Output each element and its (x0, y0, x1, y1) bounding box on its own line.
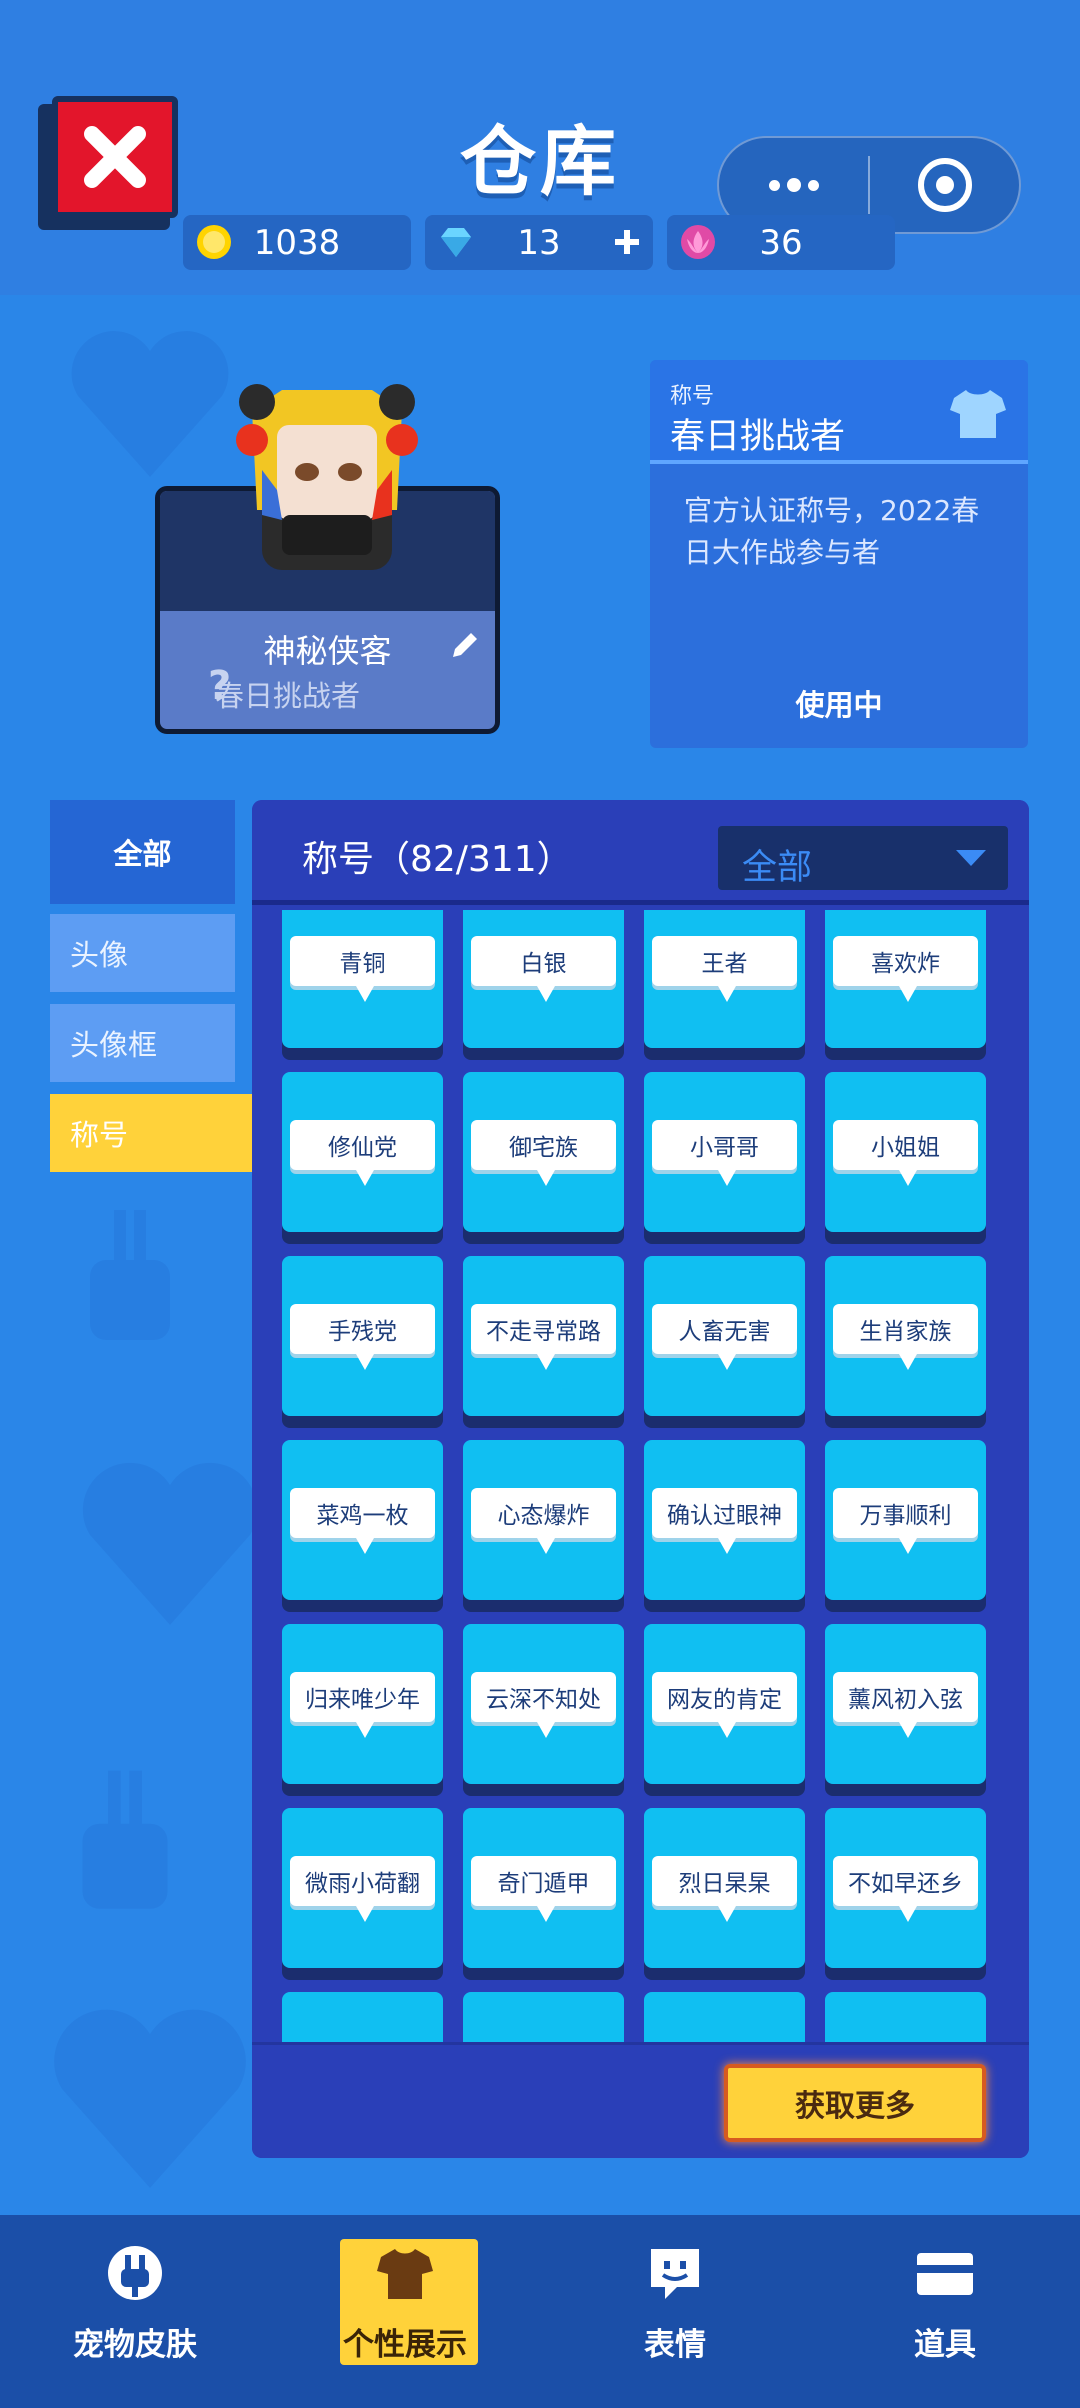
title-tile[interactable]: 薰风初入弦 (825, 1624, 986, 1796)
chevron-down-icon (956, 850, 986, 866)
current-title-name: 春日挑战者 (670, 417, 846, 457)
title-tile[interactable]: 御宅族 (463, 1072, 624, 1244)
title-tile-label: 微雨小荷翻 (290, 1856, 435, 1922)
title-tile[interactable]: 不如早还乡 (825, 1808, 986, 1980)
title-tile[interactable]: 烈日杲杲 (644, 1808, 805, 1980)
add-diamond-icon[interactable] (613, 228, 641, 256)
title-tile[interactable]: 云深不知处 (463, 1624, 624, 1796)
title-tile[interactable] (644, 1992, 805, 2042)
title-tile[interactable] (825, 1992, 986, 2042)
title-tile[interactable] (282, 1992, 443, 2042)
title-collection-panel: 称号（82/311） 全部 青铜 白银 王者 喜欢炸修仙党 御宅族 小哥哥 小姐姐手残党 不走… (252, 800, 1029, 2158)
tab-items[interactable]: 道具 (810, 2215, 1080, 2408)
title-tile-label: 小姐姐 (833, 1120, 978, 1186)
edit-name-icon[interactable] (447, 629, 481, 663)
title-detail-card: 称号 春日挑战者 官方认证称号，2022春日大作战参与者 使用中 (650, 360, 1028, 748)
title-tile-label: 云深不知处 (471, 1672, 616, 1738)
title-tile[interactable]: 网友的肯定 (644, 1624, 805, 1796)
title-tile[interactable]: 修仙党 (282, 1072, 443, 1244)
lotus-counter: 36 (667, 215, 895, 270)
shirt-icon (377, 2249, 433, 2299)
emoji-icon (651, 2249, 699, 2299)
sidebar-item-avatar-frame[interactable]: 头像框 (50, 1004, 235, 1082)
title-tile-label: 心态爆炸 (471, 1488, 616, 1554)
title-tile-label: 万事顺利 (833, 1488, 978, 1554)
gold-coin-counter: 1038 (183, 215, 411, 270)
tab-emoji[interactable]: 表情 (540, 2215, 810, 2408)
title-tile[interactable]: 确认过眼神 (644, 1440, 805, 1612)
title-tile[interactable]: 万事顺利 (825, 1440, 986, 1612)
more-icon (768, 178, 819, 192)
title-tile-label: 青铜 (290, 936, 435, 1002)
title-tile[interactable]: 不走寻常路 (463, 1256, 624, 1428)
target-icon (917, 158, 972, 212)
title-tile[interactable]: 王者 (644, 910, 805, 1060)
sidebar-item-all[interactable]: 全部 (50, 800, 235, 904)
panel-header: 称号（82/311） 全部 (252, 800, 1029, 905)
title-tile-label: 烈日杲杲 (652, 1856, 797, 1922)
title-grid: 青铜 白银 王者 喜欢炸修仙党 御宅族 小哥哥 小姐姐手残党 不走寻常路 人畜无害 生肖家族菜鸡一… (282, 910, 1002, 2042)
in-use-status: 使用中 (795, 688, 883, 722)
title-tile-label: 菜鸡一枚 (290, 1488, 435, 1554)
title-tile-label: 不走寻常路 (471, 1304, 616, 1370)
filter-dropdown[interactable]: 全部 (718, 826, 1008, 890)
title-tile[interactable]: 手残党 (282, 1256, 443, 1428)
sidebar-item-avatar[interactable]: 头像 (50, 914, 235, 992)
sidebar-item-title[interactable]: 称号 (50, 1094, 272, 1172)
tab-personal-display[interactable]: 个性展示 (270, 2215, 540, 2408)
pet-skin-icon (108, 2246, 162, 2300)
title-tile-label: 归来唯少年 (290, 1672, 435, 1738)
title-tile-label: 确认过眼神 (652, 1488, 797, 1554)
title-tile[interactable]: 归来唯少年 (282, 1624, 443, 1796)
title-tile[interactable]: 白银 (463, 910, 624, 1060)
get-more-button[interactable]: 获取更多 (724, 2064, 986, 2142)
title-tile[interactable]: 小姐姐 (825, 1072, 986, 1244)
title-tile-label: 人畜无害 (652, 1304, 797, 1370)
tab-pet-skin[interactable]: 宠物皮肤 (0, 2215, 270, 2408)
title-tile-label: 御宅族 (471, 1120, 616, 1186)
title-tile-label: 白银 (471, 936, 616, 1002)
title-tile[interactable]: 青铜 (282, 910, 443, 1060)
title-tile[interactable]: 生肖家族 (825, 1256, 986, 1428)
title-tile[interactable] (463, 1992, 624, 2042)
bottom-nav: 宠物皮肤 个性展示 表情 道具 (0, 2215, 1080, 2408)
card-icon (917, 2253, 973, 2295)
title-tile-label: 王者 (652, 936, 797, 1002)
panel-title: 称号（82/311） (302, 839, 573, 880)
shirt-icon (950, 390, 1006, 438)
title-description: 官方认证称号，2022春日大作战参与者 (684, 494, 980, 569)
title-tile-label: 薰风初入弦 (833, 1672, 978, 1738)
title-tile[interactable]: 微雨小荷翻 (282, 1808, 443, 1980)
title-tile-label: 不如早还乡 (833, 1856, 978, 1922)
title-tile-label: 奇门遁甲 (471, 1856, 616, 1922)
title-tile[interactable]: 小哥哥 (644, 1072, 805, 1244)
title-tile-label: 手残党 (290, 1304, 435, 1370)
diamond-counter: 13 (425, 215, 653, 270)
title-tile[interactable]: 人畜无害 (644, 1256, 805, 1428)
title-tile[interactable]: 心态爆炸 (463, 1440, 624, 1612)
title-tile-label: 喜欢炸 (833, 936, 978, 1002)
title-tile[interactable]: 喜欢炸 (825, 910, 986, 1060)
title-tile-label: 小哥哥 (652, 1120, 797, 1186)
title-tile[interactable]: 菜鸡一枚 (282, 1440, 443, 1612)
title-tile-label: 网友的肯定 (652, 1672, 797, 1738)
title-tile-label: 修仙党 (290, 1120, 435, 1186)
player-avatar[interactable] (222, 380, 432, 590)
player-title: 春日挑战者 (215, 679, 361, 713)
title-tile[interactable]: 奇门遁甲 (463, 1808, 624, 1980)
title-tile-label: 生肖家族 (833, 1304, 978, 1370)
title-label: 称号 (670, 384, 715, 409)
